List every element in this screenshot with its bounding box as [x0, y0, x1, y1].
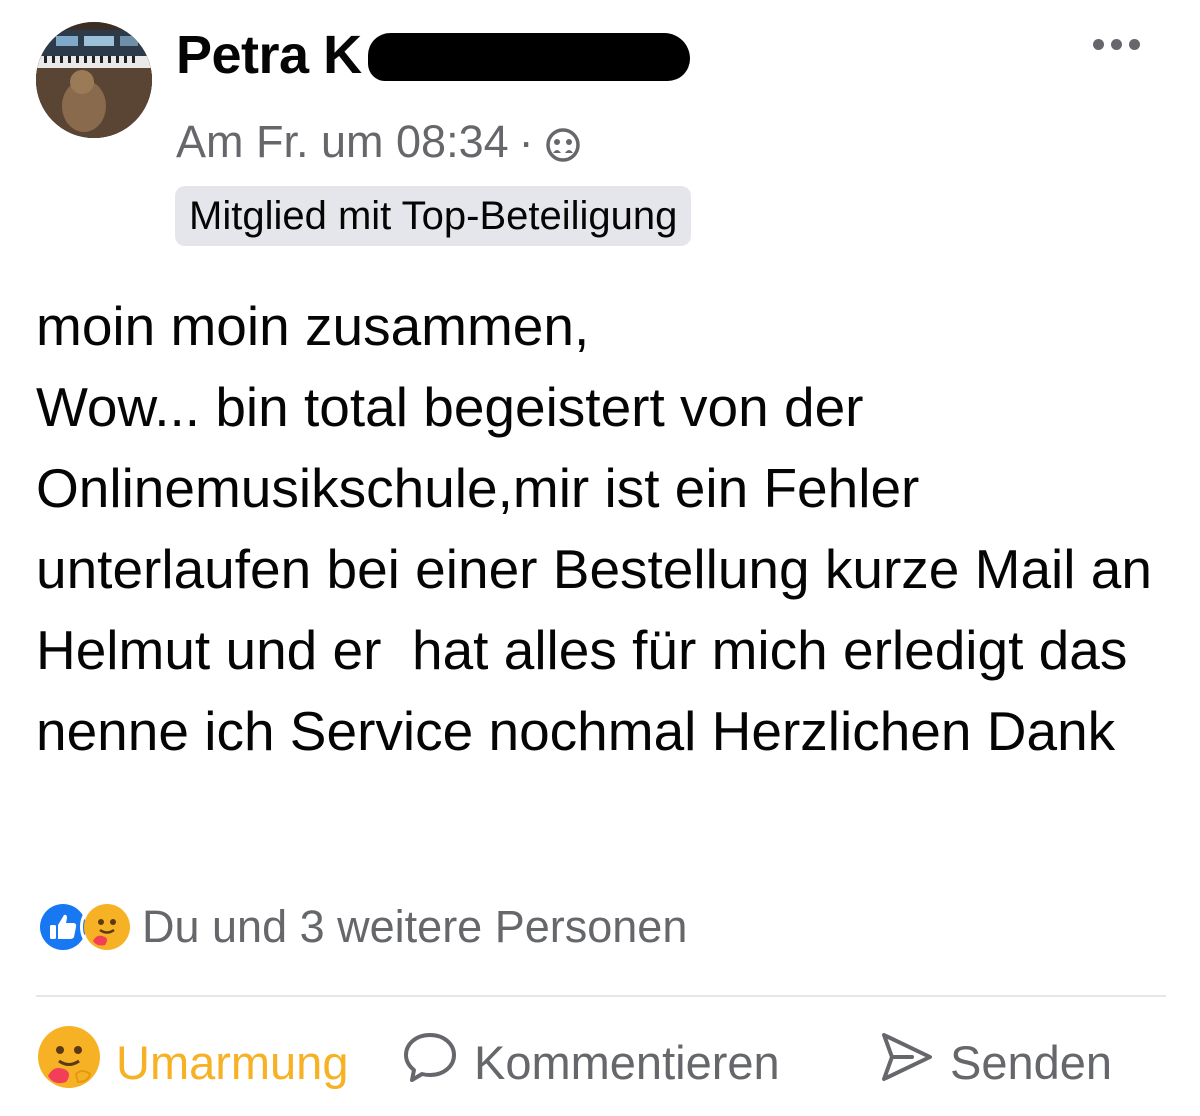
more-options-dot — [1129, 38, 1140, 50]
meta-separator: · — [518, 116, 534, 167]
actions-divider — [36, 995, 1166, 997]
hug-button[interactable]: Umarmung — [36, 1022, 348, 1102]
care-reaction-icon — [36, 1024, 102, 1101]
post-actions-bar: Umarmung Kommentieren Senden — [36, 1022, 1166, 1102]
member-badge[interactable]: Mitglied mit Top-Beteiligung — [175, 186, 692, 246]
group-members-icon[interactable] — [544, 123, 582, 162]
post-body: moin moin zusammen, Wow... bin total beg… — [36, 295, 1152, 762]
avatar[interactable] — [36, 22, 152, 138]
hug-label: Umarmung — [116, 1035, 349, 1089]
comment-button[interactable]: Kommentieren — [400, 1022, 780, 1102]
redaction-bar — [367, 33, 690, 81]
author-name-text: Petra K — [176, 25, 362, 85]
reaction-icons — [36, 900, 134, 954]
more-options-dot — [1111, 38, 1122, 50]
send-icon — [876, 1027, 936, 1098]
comment-label: Kommentieren — [474, 1035, 780, 1089]
avatar-image — [36, 22, 152, 138]
send-button[interactable]: Senden — [876, 1022, 1112, 1102]
care-icon — [80, 900, 134, 954]
reaction-summary[interactable]: Du und 3 weitere Personen — [36, 900, 687, 954]
post-meta: Am Fr. um 08:34 · — [176, 116, 582, 168]
more-options-dot — [1093, 38, 1104, 50]
reaction-summary-text: Du und 3 weitere Personen — [142, 901, 688, 952]
author-name[interactable]: Petra K — [176, 24, 690, 86]
post-timestamp[interactable]: Am Fr. um 08:34 — [176, 116, 509, 168]
comment-icon — [400, 1027, 460, 1098]
more-options-button[interactable] — [1093, 30, 1153, 58]
send-label: Senden — [950, 1035, 1113, 1089]
